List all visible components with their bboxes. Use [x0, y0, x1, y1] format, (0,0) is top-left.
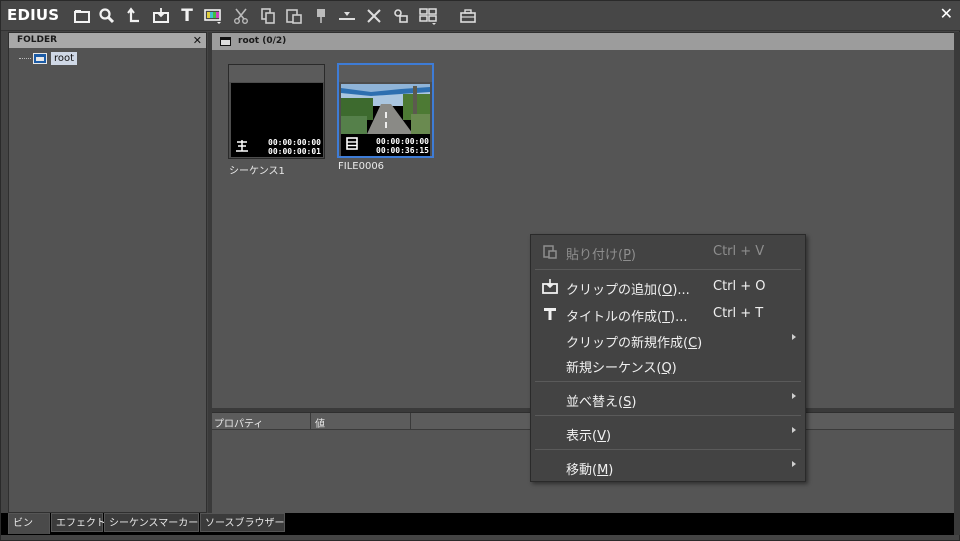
- menu-item-create-title[interactable]: タイトルの作成(T)... Ctrl + T: [531, 302, 805, 326]
- menu-item-label: 新規シーケンス(Q): [566, 361, 677, 376]
- title-icon: [544, 308, 556, 320]
- tree-connector: [19, 58, 31, 59]
- tab-sequence-marker[interactable]: シーケンスマーカー: [104, 513, 199, 532]
- add-clip-icon: [542, 279, 558, 294]
- menu-item-paste[interactable]: 貼り付け(P) Ctrl + V: [531, 240, 805, 264]
- thumbnail-road-scene: [341, 84, 430, 134]
- toolbar: EDIUS T ✕: [1, 1, 960, 31]
- cut-icon[interactable]: [230, 5, 252, 27]
- submenu-arrow-icon: [792, 461, 796, 467]
- folder-panel-title: FOLDER: [17, 35, 58, 45]
- bin-folder-icon: [33, 53, 47, 64]
- tree-item-label: root: [51, 52, 78, 65]
- menu-item-add-clip[interactable]: クリップの追加(O)... Ctrl + O: [531, 275, 805, 299]
- menu-item-new-clip[interactable]: クリップの新規作成(C): [531, 328, 805, 352]
- submenu-arrow-icon: [792, 427, 796, 433]
- submenu-arrow-icon: [792, 393, 796, 399]
- tree-item-root[interactable]: root: [19, 52, 78, 65]
- menu-item-sort[interactable]: 並べ替え(S): [531, 387, 805, 411]
- column-divider[interactable]: [310, 413, 311, 430]
- tab-bin[interactable]: ビン: [8, 513, 50, 534]
- submenu-arrow-icon: [792, 334, 796, 340]
- menu-item-label: タイトルの作成(T)...: [566, 310, 688, 325]
- menu-separator: [535, 449, 801, 450]
- menu-item-label: 並べ替え(S): [566, 395, 637, 410]
- right-edge-border: [954, 32, 960, 535]
- sequence-icon: [236, 140, 248, 152]
- folder-panel-header: FOLDER ✕: [9, 33, 206, 48]
- column-divider[interactable]: [410, 413, 411, 430]
- add-clip-icon[interactable]: [150, 5, 172, 27]
- paste-icon[interactable]: [283, 5, 305, 27]
- clip-tc-out: 00:00:00:01: [268, 147, 321, 156]
- tab-effects[interactable]: エフェクト: [51, 513, 106, 532]
- menu-separator: [535, 269, 801, 270]
- menu-item-label: 貼り付け(P): [566, 248, 636, 263]
- new-folder-icon[interactable]: [71, 5, 93, 27]
- edius-bin-window: EDIUS T ✕ FOLDER ✕ root root (0/2) 00:00…: [0, 0, 960, 541]
- up-icon[interactable]: [123, 5, 145, 27]
- menu-item-move[interactable]: 移動(M): [531, 455, 805, 479]
- toolbox-icon[interactable]: [457, 5, 479, 27]
- clip-tc-out: 00:00:36:15: [376, 146, 429, 155]
- bin-header: root (0/2): [212, 33, 954, 50]
- clip-tc-in: 00:00:00:00: [268, 138, 321, 147]
- add-to-timeline-icon[interactable]: [336, 5, 358, 27]
- folder-icon: [220, 37, 231, 46]
- menu-item-view[interactable]: 表示(V): [531, 421, 805, 445]
- folder-panel-close-icon[interactable]: ✕: [193, 33, 202, 48]
- menu-item-shortcut: Ctrl + V: [713, 244, 765, 259]
- clip-thumbnail[interactable]: 00:00:00:00 00:00:00:01: [228, 64, 325, 159]
- title-icon[interactable]: T: [176, 5, 198, 27]
- bottom-tab-bar: ビン エフェクト シーケンスマーカー ソースブラウザー: [1, 513, 954, 535]
- value-column-header[interactable]: 値: [315, 415, 325, 430]
- menu-item-label: クリップの新規作成(C): [566, 336, 703, 351]
- menu-item-label: 表示(V): [566, 429, 612, 444]
- clip-name: FILE0006: [338, 161, 385, 172]
- color-bar-icon[interactable]: [202, 5, 224, 27]
- delete-icon[interactable]: [363, 5, 385, 27]
- tab-source-browser[interactable]: ソースブラウザー: [200, 513, 285, 532]
- properties-icon[interactable]: [390, 5, 412, 27]
- menu-item-label: 移動(M): [566, 463, 614, 478]
- property-column-header[interactable]: プロパティ: [214, 415, 263, 430]
- folder-panel: FOLDER ✕ root: [8, 32, 207, 513]
- menu-separator: [535, 381, 801, 382]
- copy-icon[interactable]: [257, 5, 279, 27]
- clip-name: シーケンス1: [229, 166, 285, 177]
- clip-thumbnail[interactable]: 00:00:00:00 00:00:36:15: [337, 63, 434, 158]
- paste-icon: [543, 245, 557, 259]
- menu-item-label: クリップの追加(O)...: [566, 283, 690, 298]
- close-window-icon[interactable]: ✕: [940, 4, 953, 23]
- context-menu: 貼り付け(P) Ctrl + V クリップの追加(O)... Ctrl + O …: [530, 234, 806, 482]
- video-clip-icon: [346, 137, 358, 150]
- view-icon[interactable]: [417, 5, 439, 27]
- bin-path: root (0/2): [238, 36, 287, 46]
- app-title: EDIUS: [7, 6, 60, 24]
- add-to-player-icon[interactable]: [310, 5, 332, 27]
- clip-video[interactable]: 00:00:00:00 00:00:36:15 FILE0006: [337, 63, 434, 172]
- clip-tc-in: 00:00:00:00: [376, 137, 429, 146]
- menu-separator: [535, 415, 801, 416]
- menu-item-shortcut: Ctrl + O: [713, 279, 766, 294]
- clip-sequence[interactable]: 00:00:00:00 00:00:00:01 シーケンス1: [228, 64, 325, 177]
- menu-item-new-sequence[interactable]: 新規シーケンス(Q): [531, 353, 805, 377]
- search-icon[interactable]: [96, 5, 118, 27]
- menu-item-shortcut: Ctrl + T: [713, 306, 764, 321]
